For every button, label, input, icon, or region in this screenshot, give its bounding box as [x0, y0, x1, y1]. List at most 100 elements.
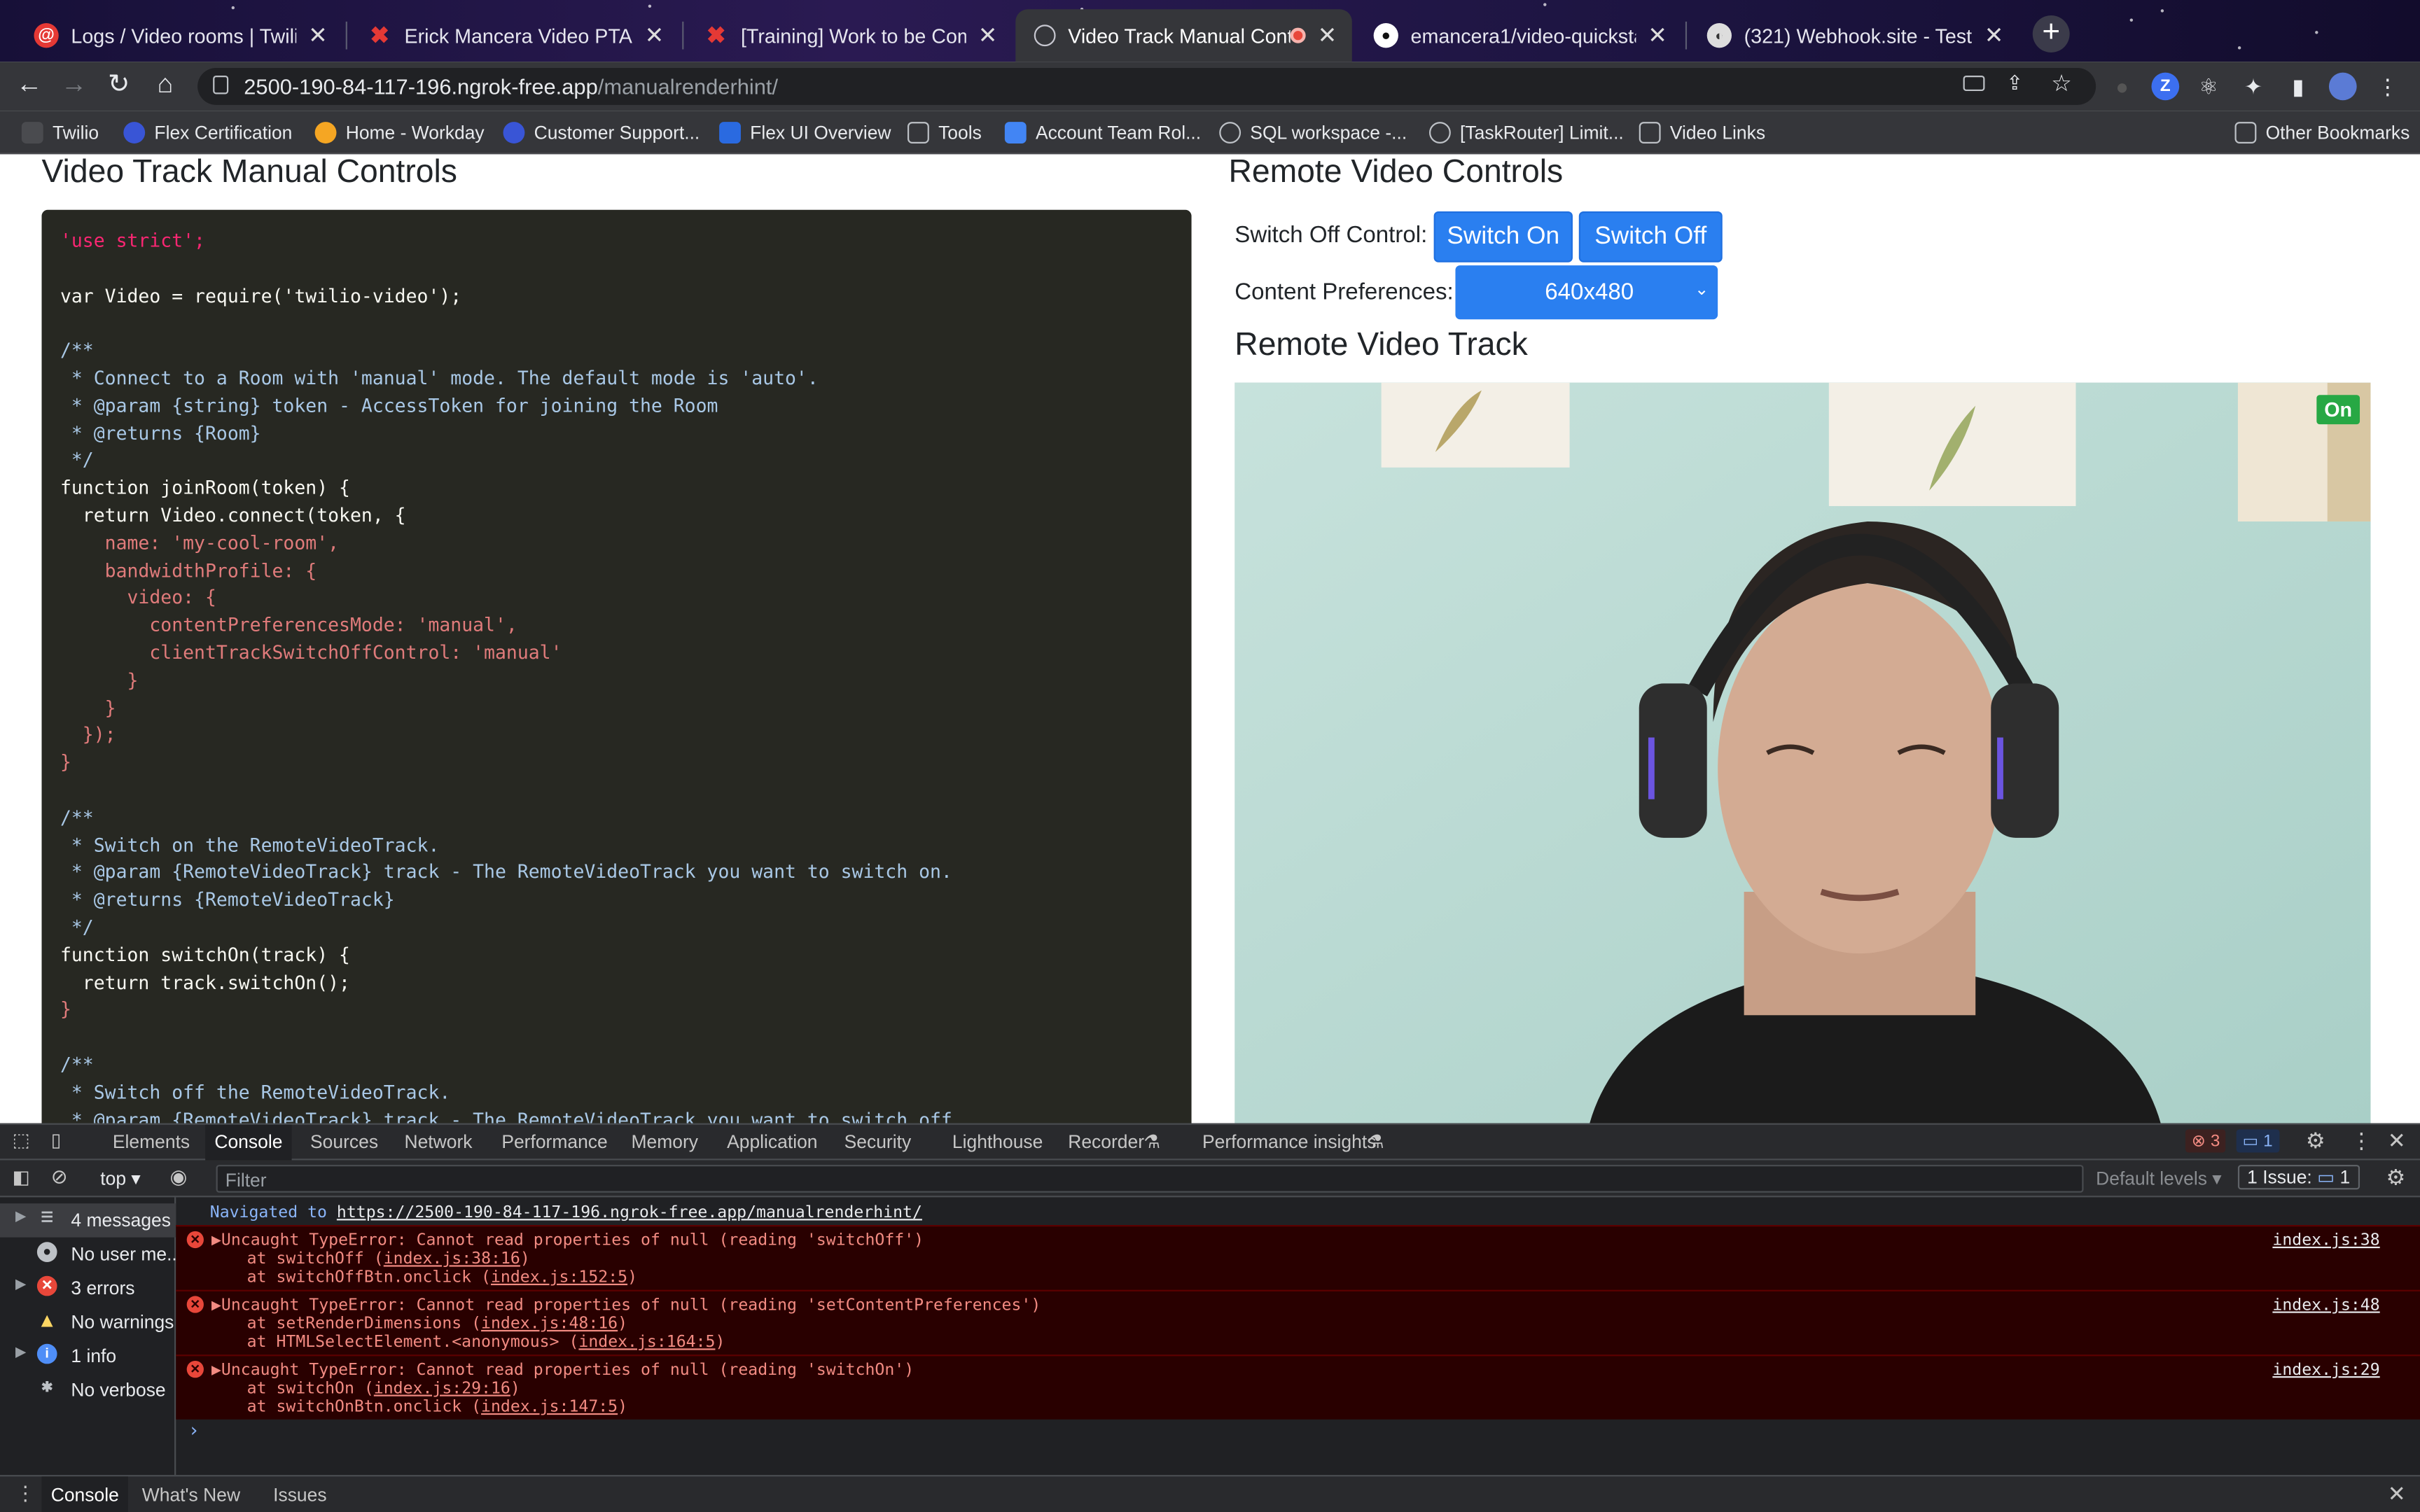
bookmark-folder-tools[interactable]: Tools [908, 120, 982, 145]
device-toolbar-icon[interactable]: ▯ [51, 1129, 62, 1151]
side-panel-icon[interactable]: ▮ [2284, 73, 2312, 101]
settings-gear-icon[interactable]: ⚙ [2306, 1128, 2325, 1154]
bookmark-taskrouter[interactable]: [TaskRouter] Limit... [1428, 120, 1624, 145]
sidebar-item-messages[interactable]: ▶ ☰ 4 messages [0, 1203, 176, 1238]
stack-link[interactable]: index.js:147:5 [481, 1398, 618, 1416]
message-count-badge[interactable]: ▭ 1 [2236, 1129, 2279, 1153]
navigated-url-link[interactable]: https://2500-190-84-117-196.ngrok-free.a… [337, 1203, 922, 1222]
stack-link[interactable]: index.js:164:5 [578, 1333, 715, 1351]
console-filter-input[interactable]: Filter [216, 1165, 2084, 1193]
site-info-icon[interactable] [213, 75, 229, 94]
stack-link[interactable]: index.js:152:5 [491, 1268, 627, 1287]
inspect-element-icon[interactable]: ⬚ [13, 1129, 30, 1151]
drawer-menu-icon[interactable]: ⋮ [15, 1481, 36, 1506]
console-error-row[interactable]: ✕ ▶Uncaught TypeError: Cannot read prope… [176, 1225, 2420, 1290]
camera-icon[interactable] [1963, 75, 1985, 92]
devtools-panel: ⬚ ▯ Elements Console Sources Network Per… [0, 1123, 2420, 1512]
forward-icon[interactable]: → [57, 68, 91, 102]
bookmark-account-team[interactable]: Account Team Rol... [1004, 120, 1201, 145]
bookmark-sql-workspace[interactable]: SQL workspace -... [1219, 120, 1407, 145]
url-host: 2500-190-84-117-196.ngrok-free.app [244, 74, 598, 99]
switch-on-button[interactable]: Switch On [1433, 211, 1573, 262]
devtools-tab-performance[interactable]: Performance [501, 1131, 607, 1153]
bookmark-star-icon[interactable]: ☆ [2051, 69, 2072, 97]
log-levels-dropdown[interactable]: Default levels ▾ [2096, 1168, 2221, 1189]
sidebar-item-user-messages[interactable]: ● No user me... [0, 1238, 182, 1271]
close-icon[interactable]: ✕ [975, 22, 1000, 50]
console-error-row[interactable]: ✕ ▶Uncaught TypeError: Cannot read prope… [176, 1289, 2420, 1355]
devtools-tab-memory[interactable]: Memory [631, 1131, 698, 1153]
tab-training[interactable]: ✖ [Training] Work to be Complete ✕ [686, 9, 1013, 62]
tab-twilio-logs[interactable]: @ Logs / Video rooms | Twilio ✕ [15, 9, 342, 62]
close-icon[interactable]: ✕ [1315, 22, 1340, 50]
console-settings-icon[interactable]: ⚙ [2386, 1165, 2406, 1191]
issues-button[interactable]: 1 Issue: ▭ 1 [2237, 1165, 2360, 1190]
home-icon[interactable]: ⌂ [148, 68, 182, 102]
stack-link[interactable]: index.js:29:16 [374, 1379, 510, 1397]
devtools-tab-lighthouse[interactable]: Lighthouse [952, 1131, 1043, 1153]
tab-webhook-site[interactable]: ◐ (321) Webhook.site - Test, proc ✕ [1688, 9, 2019, 62]
devtools-tab-sources[interactable]: Sources [310, 1131, 378, 1153]
bookmark-customer-support[interactable]: Customer Support... [503, 120, 700, 145]
close-devtools-icon[interactable]: ✕ [2388, 1128, 2406, 1154]
tab-erick-ptam[interactable]: ✖ Erick Mancera Video PTAM Trai ✕ [349, 9, 679, 62]
sidebar-item-verbose[interactable]: ✱ No verbose [0, 1373, 176, 1407]
more-options-icon[interactable]: ⋮ [2351, 1128, 2372, 1154]
close-icon[interactable]: ✕ [642, 22, 667, 50]
console-error-row[interactable]: ✕ ▶Uncaught TypeError: Cannot read prope… [176, 1354, 2420, 1420]
stack-link[interactable]: index.js:38:16 [384, 1250, 520, 1268]
error-count-badge[interactable]: ⊗ 3 [2185, 1129, 2227, 1153]
sidebar-item-errors[interactable]: ▶ ✕ 3 errors [0, 1271, 176, 1305]
bookmark-workday[interactable]: Home - Workday [314, 120, 485, 145]
react-devtools-icon[interactable]: ⚛ [2195, 73, 2223, 101]
close-icon[interactable]: ✕ [305, 22, 330, 50]
clear-console-icon[interactable]: ⊘ [51, 1165, 68, 1189]
source-link[interactable]: index.js:38 [2272, 1231, 2379, 1250]
source-link[interactable]: index.js:48 [2272, 1296, 2379, 1314]
bookmark-flex-ui-overview[interactable]: Flex UI Overview [719, 120, 891, 145]
context-selector[interactable]: top ▾ [100, 1168, 140, 1189]
devtools-tab-recorder[interactable]: Recorder [1068, 1131, 1144, 1153]
bookmark-twilio[interactable]: Twilio [21, 120, 99, 145]
extension-icon[interactable]: ● [2108, 73, 2136, 101]
console-prompt-icon[interactable]: › [188, 1420, 200, 1441]
extensions-puzzle-icon[interactable]: ✦ [2239, 73, 2267, 101]
zoom-extension-icon[interactable]: Z [2151, 72, 2180, 101]
profile-avatar[interactable] [2328, 72, 2357, 101]
devtools-tab-console[interactable]: Console [205, 1124, 292, 1161]
close-icon[interactable]: ✕ [1982, 22, 2006, 50]
new-tab-button[interactable]: + [2032, 15, 2070, 52]
drawer-tab-whats-new[interactable]: What's New [142, 1484, 240, 1506]
address-bar[interactable]: 2500-190-84-117-196.ngrok-free.app/manua… [197, 67, 2096, 105]
back-icon[interactable]: ← [13, 68, 46, 102]
share-icon[interactable]: ⇪ [2006, 71, 2023, 95]
close-drawer-icon[interactable]: ✕ [2388, 1481, 2406, 1507]
bookmark-flex-certification[interactable]: Flex Certification [123, 120, 292, 145]
drawer-tab-console[interactable]: Console [41, 1476, 129, 1512]
content-preferences-select[interactable]: 640x480 ⌄ [1455, 265, 1718, 320]
devtools-tab-performance-insights[interactable]: Performance insights [1202, 1131, 1376, 1153]
sidebar-toggle-icon[interactable]: ◧ [13, 1166, 30, 1188]
drawer-tab-issues[interactable]: Issues [273, 1484, 326, 1506]
devtools-tab-network[interactable]: Network [404, 1131, 472, 1153]
x-brand-icon: ✖ [370, 23, 390, 50]
bookmark-folder-other[interactable]: Other Bookmarks [2234, 120, 2410, 145]
source-link[interactable]: index.js:29 [2272, 1361, 2379, 1379]
eye-icon[interactable]: ◉ [169, 1165, 187, 1189]
devtools-tab-security[interactable]: Security [844, 1131, 912, 1153]
devtools-tab-elements[interactable]: Elements [113, 1131, 190, 1153]
reload-icon[interactable]: ↻ [102, 68, 135, 102]
switch-off-button[interactable]: Switch Off [1578, 211, 1723, 262]
bookmark-label: Other Bookmarks [2265, 122, 2410, 144]
menu-kebab-icon[interactable]: ⋮ [2374, 73, 2402, 101]
sidebar-item-label: No verbose [71, 1379, 166, 1401]
tab-video-track-manual-controls[interactable]: Video Track Manual Contro ✕ [1015, 9, 1352, 62]
bookmark-folder-video-links[interactable]: Video Links [1639, 120, 1765, 145]
sidebar-item-info[interactable]: ▶ i 1 info [0, 1339, 176, 1373]
close-icon[interactable]: ✕ [1646, 22, 1670, 50]
stack-link[interactable]: index.js:48:16 [481, 1315, 618, 1333]
circle-icon [503, 122, 525, 144]
sidebar-item-warnings[interactable]: ▲ No warnings [0, 1306, 176, 1339]
devtools-tab-application[interactable]: Application [727, 1131, 817, 1153]
tab-github-quickstart[interactable]: ● emancera1/video-quickstart-js ✕ [1355, 9, 1682, 62]
